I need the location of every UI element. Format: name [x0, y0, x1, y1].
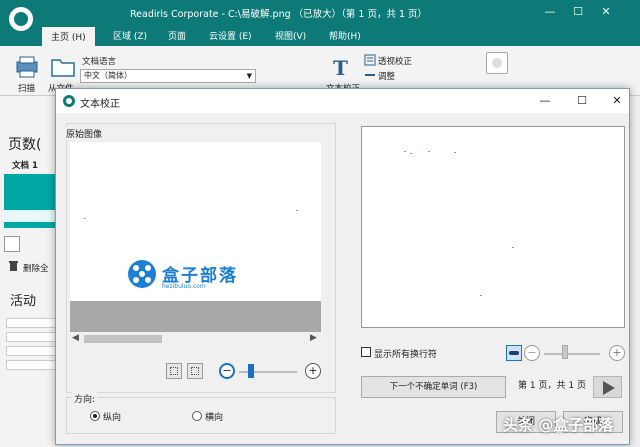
app-logo: [6, 4, 36, 34]
scrollbar-thumb[interactable]: [84, 335, 162, 343]
minimize-icon[interactable]: —: [540, 3, 560, 21]
svg-text:T: T: [333, 56, 348, 78]
ribbon-tabs: 主页 (H) 区域 (Z) 页面 云设置 (E) 视图(V) 帮助(H): [0, 25, 640, 46]
image-gray-band: [70, 301, 321, 332]
logo-url: hezibuluo.com: [162, 283, 206, 290]
fit-width-icon[interactable]: [166, 363, 182, 379]
next-uncertain-word-button[interactable]: 下一个不确定单词 (F3): [361, 376, 506, 398]
text-correction-dialog: 文本校正 — ☐ ✕ 原始图像 盒子部落 hezibuluo.com ◀ ▶ −…: [55, 88, 630, 445]
fit-page-icon[interactable]: [187, 363, 203, 379]
delete-all-label[interactable]: 删除全: [23, 262, 49, 274]
text-zoom-slider-thumb[interactable]: [562, 345, 568, 359]
tab-cloud-settings[interactable]: 云设置 (E): [209, 29, 252, 42]
text-zoom-in-icon[interactable]: +: [609, 345, 625, 361]
folder-icon[interactable]: [50, 56, 76, 78]
text-correct-icon[interactable]: T: [330, 56, 352, 78]
portrait-label[interactable]: 纵向: [103, 410, 121, 423]
chevron-down-icon: ▼: [246, 72, 252, 80]
logo-mark-icon: [128, 260, 156, 288]
perspective-label[interactable]: 透视校正: [378, 55, 412, 67]
tab-home[interactable]: 主页 (H): [42, 27, 95, 46]
orientation-label: 方向:: [72, 392, 98, 405]
show-all-breaks-label[interactable]: 显示所有换行符: [374, 347, 437, 360]
adjust-label[interactable]: 调整: [378, 70, 395, 82]
doc-label: 文档 1: [12, 161, 38, 171]
tab-view[interactable]: 视图(V): [275, 29, 306, 42]
tab-help[interactable]: 帮助(H): [329, 29, 361, 42]
link-icon[interactable]: [506, 345, 522, 361]
zoom-in-icon[interactable]: +: [305, 363, 321, 379]
adjust-icon[interactable]: [364, 70, 376, 80]
activity-row: [6, 332, 58, 342]
activity-row: [6, 360, 58, 370]
dialog-minimize-icon[interactable]: —: [536, 93, 554, 109]
zoom-out-icon[interactable]: −: [219, 363, 235, 379]
text-zoom-slider-track[interactable]: [544, 353, 600, 355]
scan-label: 扫描: [18, 84, 36, 94]
app-small-icon: [63, 95, 75, 107]
dialog-close-icon[interactable]: ✕: [608, 93, 626, 109]
activity-row: [6, 318, 58, 328]
scanner-icon[interactable]: [14, 54, 40, 80]
original-image-view[interactable]: 盒子部落 hezibuluo.com: [70, 142, 321, 332]
portrait-radio[interactable]: [90, 411, 100, 421]
text-zoom-out-icon[interactable]: −: [524, 345, 540, 361]
app-titlebar: Readiris Corporate - C:\易破解.png （已放大）（第 …: [0, 0, 640, 25]
tab-zone[interactable]: 区域 (Z): [113, 29, 147, 42]
dialog-maximize-icon[interactable]: ☐: [573, 93, 591, 109]
zoom-out-icon[interactable]: [4, 236, 20, 252]
doc-language-select[interactable]: 中文（简体） ▼: [80, 69, 256, 83]
zoom-slider-thumb[interactable]: [248, 364, 254, 378]
play-icon[interactable]: [593, 376, 622, 398]
page-info: 第 1 页，共 1 页: [518, 381, 586, 391]
close-icon[interactable]: ✕: [596, 3, 616, 21]
show-all-breaks-checkbox[interactable]: [361, 347, 371, 357]
activity-label: 活动: [10, 294, 37, 309]
dialog-title: 文本校正: [80, 99, 120, 110]
dialog-titlebar: 文本校正 — ☐ ✕: [56, 89, 629, 113]
landscape-label[interactable]: 横向: [205, 410, 223, 423]
trash-icon[interactable]: [8, 260, 19, 272]
left-panel: 页数( 文档 1 删除全 活动: [0, 96, 58, 447]
app-title: Readiris Corporate - C:\易破解.png （已放大）（第 …: [130, 9, 428, 20]
horizontal-scrollbar[interactable]: ◀ ▶: [70, 332, 321, 346]
page-thumbnail[interactable]: [4, 174, 58, 228]
pages-label: 页数(: [8, 137, 42, 153]
maximize-icon[interactable]: ☐: [568, 3, 588, 21]
doc-language-label: 文档语言: [82, 57, 117, 67]
landscape-radio[interactable]: [192, 411, 202, 421]
activity-row: [6, 346, 58, 356]
watermark: 头条 @盒子部落: [503, 416, 614, 434]
tab-page[interactable]: 页面: [168, 29, 186, 42]
recognized-text-view[interactable]: [361, 126, 625, 328]
perspective-icon[interactable]: [364, 54, 376, 66]
scroll-right-icon[interactable]: ▶: [310, 333, 317, 343]
export-icon[interactable]: [486, 52, 508, 74]
scroll-left-icon[interactable]: ◀: [72, 333, 79, 343]
original-image-label: 原始图像: [65, 127, 104, 140]
